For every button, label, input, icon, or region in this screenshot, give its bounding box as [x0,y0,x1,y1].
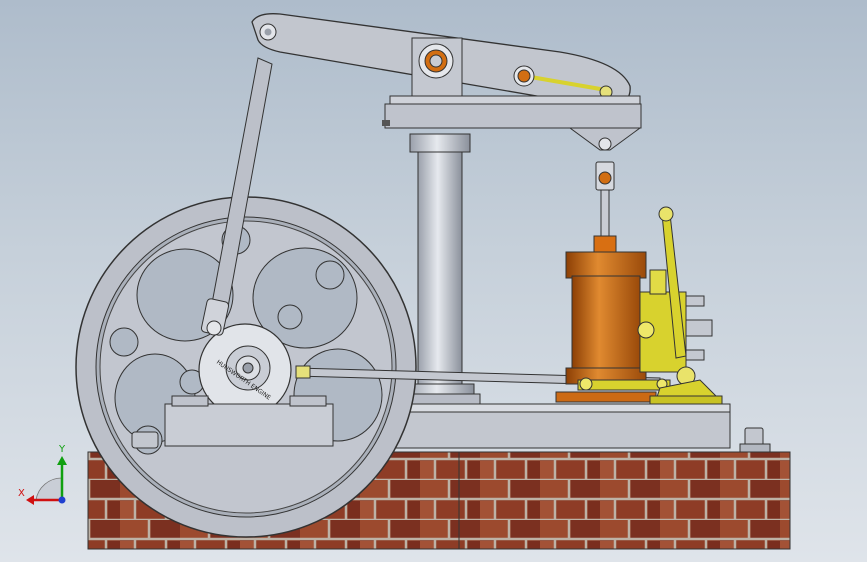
piston-rod[interactable] [568,127,642,239]
cad-viewport[interactable]: HUNSWORTH ENGINE X Y [0,0,867,562]
x-axis-label: X [18,488,25,499]
crank-disc[interactable]: HUNSWORTH ENGINE [198,323,292,417]
y-axis-label: Y [58,444,66,455]
coordinate-triad-icon [26,456,67,505]
z-axis-point [58,496,66,504]
